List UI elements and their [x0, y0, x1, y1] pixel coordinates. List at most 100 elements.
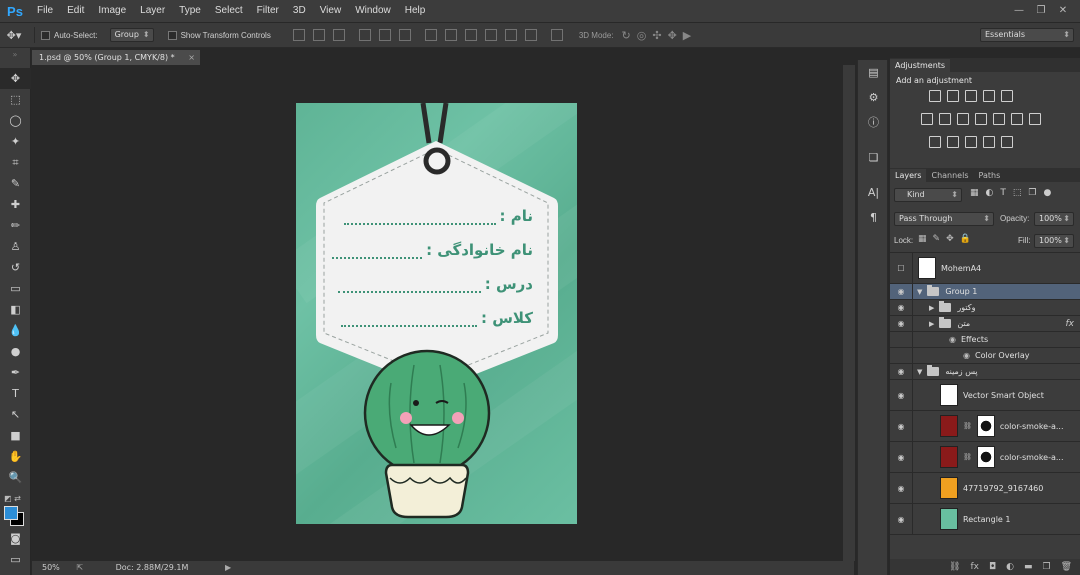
- auto-select-checkbox[interactable]: [41, 30, 50, 40]
- healing-icon[interactable]: ✚: [0, 194, 31, 215]
- 3d-scale-icon[interactable]: ▶: [683, 29, 691, 42]
- foreground-color-swatch[interactable]: [4, 506, 18, 520]
- add-style-icon[interactable]: fx: [970, 559, 979, 575]
- menu-layer[interactable]: Layer: [133, 0, 172, 22]
- menu-filter[interactable]: Filter: [250, 0, 286, 22]
- auto-select-dropdown[interactable]: Group: [109, 28, 154, 42]
- adjustment-filter-icon[interactable]: ◐: [986, 188, 994, 198]
- screen-mode-icon[interactable]: ▭: [0, 549, 31, 570]
- eye-icon[interactable]: ◉: [890, 473, 913, 503]
- crop-icon[interactable]: ⌗: [0, 152, 31, 173]
- menu-file[interactable]: File: [30, 0, 60, 22]
- opacity-input[interactable]: 100%: [1034, 212, 1074, 226]
- grid-icon[interactable]: [1029, 113, 1041, 125]
- clone-source-icon[interactable]: ❏: [858, 145, 889, 170]
- gradient-icon[interactable]: ◧: [0, 299, 31, 320]
- brush-icon[interactable]: ✏: [0, 215, 31, 236]
- eraser-icon[interactable]: ▭: [0, 278, 31, 299]
- eye-icon[interactable]: ◉: [890, 442, 913, 472]
- color-balance-icon[interactable]: [939, 113, 951, 125]
- brightness-icon[interactable]: [929, 90, 941, 102]
- 3d-rotate-icon[interactable]: ↻: [622, 29, 631, 42]
- zoom-icon[interactable]: 🔍: [0, 467, 31, 488]
- layer-row[interactable]: ◉ ⛓ color-smoke-a...: [890, 442, 1080, 473]
- pixel-filter-icon[interactable]: ▦: [970, 188, 979, 198]
- move-tool-preset-icon[interactable]: ✥▾: [0, 29, 28, 42]
- hand-icon[interactable]: ✋: [0, 446, 31, 467]
- link-layers-icon[interactable]: ⛓: [949, 559, 960, 575]
- black-white-icon[interactable]: [957, 113, 969, 125]
- distribute-bottom-icon[interactable]: [464, 29, 477, 41]
- eye-icon[interactable]: [890, 332, 913, 347]
- type-icon[interactable]: T: [0, 383, 31, 404]
- new-group-icon[interactable]: ▬: [1024, 559, 1033, 575]
- transform-controls-checkbox[interactable]: [167, 30, 177, 40]
- eyedropper-icon[interactable]: ✎: [0, 173, 31, 194]
- layer-row[interactable]: ◉ Color Overlay: [890, 348, 1080, 364]
- photo-filter-icon[interactable]: [975, 113, 987, 125]
- document-tab[interactable]: 1.psd @ 50% (Group 1, CMYK/8) * ×: [32, 50, 200, 65]
- eye-icon[interactable]: ◉: [890, 380, 913, 410]
- layer-row[interactable]: ◉ Rectangle 1: [890, 504, 1080, 535]
- eye-icon[interactable]: ◉: [890, 364, 913, 379]
- eye-icon[interactable]: [890, 348, 913, 363]
- align-hcenter-icon[interactable]: [378, 29, 391, 41]
- lock-pixels-icon[interactable]: ✎: [933, 234, 941, 244]
- expand-arrow-icon[interactable]: ▼: [917, 288, 922, 296]
- new-adjustment-icon[interactable]: ◐: [1006, 559, 1014, 575]
- layer-row[interactable]: ◉ 47719792_9167460: [890, 473, 1080, 504]
- pen-icon[interactable]: ✒: [0, 362, 31, 383]
- tab-paths[interactable]: Paths: [974, 169, 1006, 182]
- rectangle-icon[interactable]: ■: [0, 425, 31, 446]
- collapse-arrow-icon[interactable]: ▶: [929, 304, 934, 312]
- distribute-hcenter-icon[interactable]: [504, 29, 517, 41]
- layer-row[interactable]: ◉ ▼ Group 1: [890, 284, 1080, 300]
- menu-image[interactable]: Image: [91, 0, 133, 22]
- info-icon[interactable]: ⓘ: [858, 110, 889, 135]
- distribute-top-icon[interactable]: [424, 29, 437, 41]
- lock-position-icon[interactable]: ✥: [946, 234, 954, 244]
- align-right-icon[interactable]: [398, 29, 411, 41]
- tools-grip[interactable]: »: [0, 48, 30, 68]
- distribute-right-icon[interactable]: [524, 29, 537, 41]
- curves-icon[interactable]: [965, 90, 977, 102]
- layer-mask-thumbnail[interactable]: [976, 415, 995, 437]
- align-bottom-icon[interactable]: [332, 29, 345, 41]
- menu-view[interactable]: View: [313, 0, 349, 22]
- close-button[interactable]: ✕: [1052, 3, 1074, 19]
- color-lookup-icon[interactable]: [1011, 113, 1023, 125]
- dodge-icon[interactable]: ●: [0, 341, 31, 362]
- filter-toggle-icon[interactable]: ●: [1043, 188, 1051, 198]
- effect-visibility-icon[interactable]: ◉: [949, 335, 956, 344]
- menu-select[interactable]: Select: [208, 0, 250, 22]
- 3d-drag-icon[interactable]: ✣: [652, 29, 661, 42]
- layer-row[interactable]: ◉ Effects: [890, 332, 1080, 348]
- new-layer-icon[interactable]: ❐: [1042, 559, 1050, 575]
- effect-visibility-icon[interactable]: ◉: [963, 351, 970, 360]
- history-icon[interactable]: ▤: [858, 60, 889, 85]
- layer-row[interactable]: ◉ ▶ متن fx: [890, 316, 1080, 332]
- workspace-dropdown[interactable]: Essentials: [980, 28, 1074, 42]
- history-brush-icon[interactable]: ↺: [0, 257, 31, 278]
- tab-layers[interactable]: Layers: [890, 169, 927, 182]
- collapse-arrow-icon[interactable]: ▶: [929, 320, 934, 328]
- status-menu-arrow-icon[interactable]: ▶: [225, 563, 231, 572]
- tab-channels[interactable]: Channels: [926, 169, 973, 182]
- minimize-button[interactable]: —: [1008, 3, 1030, 19]
- gradient-map-icon[interactable]: [1001, 136, 1013, 148]
- menu-3d[interactable]: 3D: [286, 0, 313, 22]
- distribute-vcenter-icon[interactable]: [444, 29, 457, 41]
- export-icon[interactable]: ⇱: [76, 563, 83, 572]
- menu-type[interactable]: Type: [172, 0, 208, 22]
- path-select-icon[interactable]: ↖: [0, 404, 31, 425]
- 3d-roll-icon[interactable]: ◎: [637, 29, 647, 42]
- eye-icon[interactable]: ◉: [890, 316, 913, 331]
- add-mask-icon[interactable]: ◘: [989, 559, 996, 575]
- menu-help[interactable]: Help: [398, 0, 433, 22]
- invert-icon[interactable]: [929, 136, 941, 148]
- menu-window[interactable]: Window: [348, 0, 398, 22]
- layer-row[interactable]: ◉ ▶ وکتور: [890, 300, 1080, 316]
- vibrance-icon[interactable]: [1001, 90, 1013, 102]
- distribute-left-icon[interactable]: [484, 29, 497, 41]
- eye-icon[interactable]: ◉: [890, 411, 913, 441]
